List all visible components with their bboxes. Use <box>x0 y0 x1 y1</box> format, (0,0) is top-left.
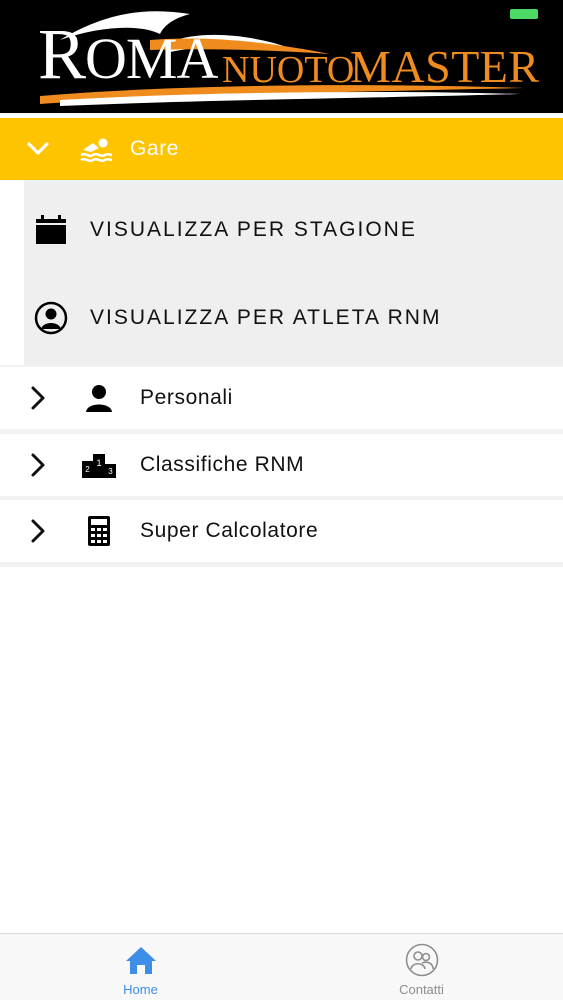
svg-text:3: 3 <box>108 467 113 476</box>
chevron-down-icon <box>25 136 51 162</box>
tab-home[interactable]: Home <box>0 934 281 1000</box>
menu-item-classifiche-label: Classifiche RNM <box>140 453 305 476</box>
home-icon <box>124 943 158 977</box>
svg-text:1: 1 <box>96 458 101 468</box>
calendar-icon <box>34 213 68 247</box>
row-separator <box>0 562 563 567</box>
person-icon <box>81 381 117 415</box>
menu-item-personali[interactable]: Personali <box>0 367 563 429</box>
menu-item-super-calcolatore[interactable]: Super Calcolatore <box>0 500 563 562</box>
chevron-right-icon <box>25 452 51 478</box>
svg-text:2: 2 <box>85 465 90 474</box>
logo-nuoto: NUOTO <box>222 49 355 91</box>
submenu-item-stagione[interactable]: VISUALIZZA PER STAGIONE <box>24 186 563 274</box>
menu-item-gare[interactable]: Gare <box>0 118 563 180</box>
podium-icon: 1 2 3 <box>81 448 117 482</box>
gare-submenu: VISUALIZZA PER STAGIONE VISUALIZZA PER A… <box>24 180 563 365</box>
chevron-right-icon <box>25 518 51 544</box>
user-circle-icon <box>34 301 68 335</box>
contacts-icon <box>405 943 439 977</box>
tab-contatti-label: Contatti <box>399 982 444 997</box>
submenu-item-atleta[interactable]: VISUALIZZA PER ATLETA RNM <box>24 274 563 362</box>
chevron-right-icon <box>25 385 51 411</box>
menu-item-classifiche[interactable]: 1 2 3 Classifiche RNM <box>0 434 563 496</box>
calculator-icon <box>81 514 117 548</box>
logo-roma: ROMA <box>38 14 218 94</box>
tab-bar: Home Contatti <box>0 933 563 1000</box>
swimmer-icon <box>79 134 113 164</box>
tab-home-label: Home <box>123 982 158 997</box>
menu-item-gare-label: Gare <box>130 137 180 160</box>
logo-master: MASTER <box>350 41 540 92</box>
tab-contatti[interactable]: Contatti <box>281 934 562 1000</box>
menu-item-personali-label: Personali <box>140 386 233 409</box>
app-banner: ROMA NUOTO MASTER <box>0 0 563 113</box>
menu-item-super-calcolatore-label: Super Calcolatore <box>140 519 319 542</box>
submenu-item-stagione-label: VISUALIZZA PER STAGIONE <box>90 218 417 241</box>
submenu-item-atleta-label: VISUALIZZA PER ATLETA RNM <box>90 306 442 329</box>
